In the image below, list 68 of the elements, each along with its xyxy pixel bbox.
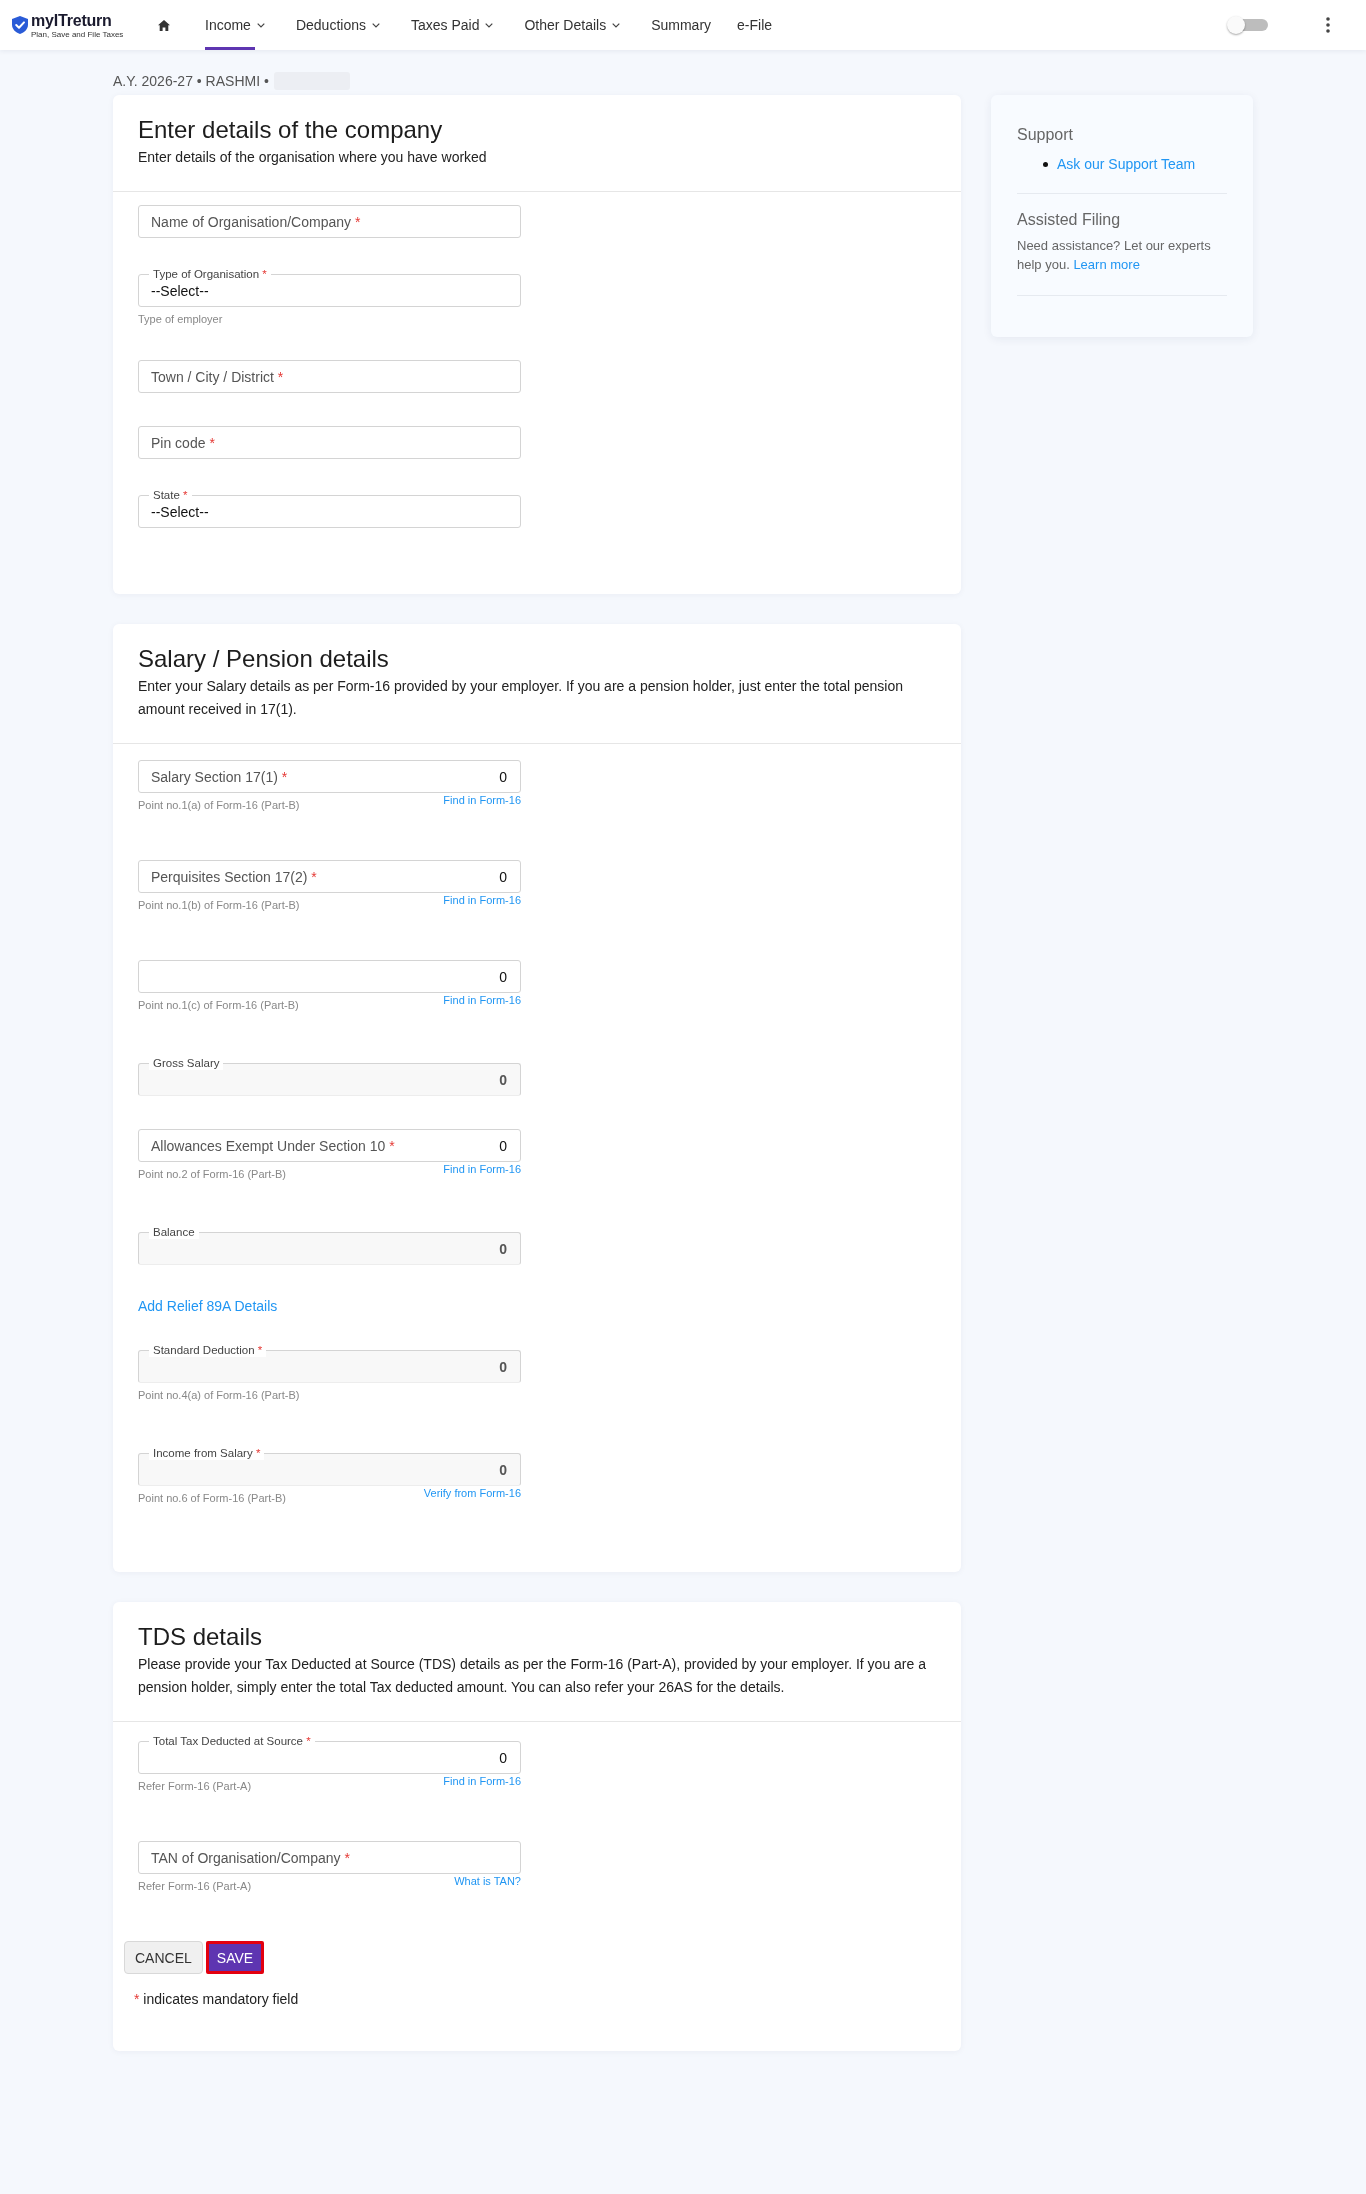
field-value: 0 — [499, 1461, 507, 1478]
section-description: Enter your Salary details as per Form-16 provided by your employer. If you are a pension holder, just enter the total pension amount received in 17(1). — [138, 677, 904, 719]
input-field[interactable]: Allowances Exempt Under Section 10 * 0 — [138, 1129, 521, 1162]
section-title: Enter details of the company — [138, 116, 444, 144]
helper-text: Point no.4(a) of Form-16 (Part-B) — [138, 1389, 300, 1402]
save-button[interactable]: SAVE — [205, 1941, 265, 1974]
field-value: 0 — [499, 1749, 507, 1766]
field-value: 0 — [499, 768, 507, 785]
field-label: Salary Section 17(1) * — [151, 768, 288, 785]
nav-tab[interactable]: e-File — [737, 0, 773, 50]
field-label: Town / City / District * — [151, 368, 284, 385]
input-field[interactable]: 0 — [138, 960, 521, 993]
field-label: Allowances Exempt Under Section 10 * — [151, 1137, 395, 1154]
nav-tab[interactable]: Other Details — [524, 0, 626, 50]
cancel-button[interactable]: CANCEL — [124, 1941, 203, 1974]
field-label: Balance — [149, 1225, 199, 1239]
nav-tab[interactable]: Summary — [651, 0, 712, 50]
field-label: Income from Salary * — [149, 1446, 265, 1460]
shield-check-icon — [12, 16, 28, 34]
input-field[interactable]: TAN of Organisation/Company * — [138, 1841, 521, 1874]
logo-tagline: Plan, Save and File Taxes — [31, 29, 124, 39]
field-value: 0 — [499, 1137, 507, 1154]
bullet-icon — [1043, 161, 1048, 167]
section-description: Please provide your Tax Deducted at Source (TDS) details as per the Form-16 (Part-A), provided by your employer. If you are a pension holder, simply enter the total Tax deducted amount. You can also refer your 26AS for the details. — [138, 1655, 927, 1697]
helper-text: Refer Form-16 (Part-A) — [138, 1880, 252, 1893]
field-label: Name of Organisation/Company * — [151, 213, 361, 230]
home-icon[interactable] — [158, 19, 170, 31]
field-value: 0 — [499, 968, 507, 985]
mandatory-note: * indicates mandatory field — [134, 1991, 299, 2007]
input-field[interactable]: Town / City / District * — [138, 360, 521, 393]
field-label: Pin code * — [151, 434, 215, 451]
input-field[interactable]: Perquisites Section 17(2) * 0 — [138, 860, 521, 893]
helper-text: Point no.1(b) of Form-16 (Part-B) — [138, 899, 300, 912]
logo-wordmark: myITreturn — [31, 11, 113, 29]
field-label: State * — [149, 488, 192, 502]
helper-text: Type of employer — [138, 313, 223, 326]
field-value: 0 — [499, 1358, 507, 1375]
field-label: Total Tax Deducted at Source * — [149, 1734, 315, 1748]
field-label: Perquisites Section 17(2) * — [151, 868, 317, 885]
section-title: TDS details — [138, 1623, 264, 1651]
field-label: TAN of Organisation/Company * — [151, 1849, 350, 1866]
field-value: 0 — [499, 1240, 507, 1257]
field-label: Standard Deduction * — [149, 1343, 267, 1357]
input-field[interactable]: Pin code * — [138, 426, 521, 459]
helper-text: Point no.6 of Form-16 (Part-B) — [138, 1492, 286, 1505]
sidebar-heading: Support — [1017, 125, 1075, 144]
more-options-icon[interactable] — [1326, 17, 1330, 33]
breadcrumb-text: A.Y. 2026-27 • RASHMI • — [113, 73, 269, 89]
section-description: Enter details of the organisation where you have worked — [138, 148, 488, 167]
input-field[interactable]: Salary Section 17(1) * 0 — [138, 760, 521, 793]
helper-text: Point no.2 of Form-16 (Part-B) — [138, 1168, 286, 1181]
nav-tab[interactable]: Income — [205, 0, 270, 50]
toggle-switch[interactable] — [1227, 16, 1268, 34]
helper-text: Point no.1(a) of Form-16 (Part-B) — [138, 799, 300, 812]
sidebar-heading: Assisted Filing — [1017, 210, 1122, 229]
helper-text: Refer Form-16 (Part-A) — [138, 1780, 252, 1793]
section-title: Salary / Pension details — [138, 645, 390, 673]
nav-tab[interactable]: Deductions — [295, 0, 385, 50]
field-value: 0 — [499, 868, 507, 885]
field-label: Type of Organisation * — [149, 267, 271, 281]
field-value: --Select-- — [151, 282, 209, 299]
field-value: 0 — [499, 1071, 507, 1088]
helper-text: Point no.1(c) of Form-16 (Part-B) — [138, 999, 299, 1012]
field-label: Gross Salary — [149, 1056, 224, 1070]
nav-tab[interactable]: Taxes Paid — [410, 0, 499, 50]
input-field[interactable]: Name of Organisation/Company * — [138, 205, 521, 238]
field-value: --Select-- — [151, 503, 209, 520]
assistance-text: Need assistance? Let our experts help you. Learn more — [1017, 237, 1212, 274]
